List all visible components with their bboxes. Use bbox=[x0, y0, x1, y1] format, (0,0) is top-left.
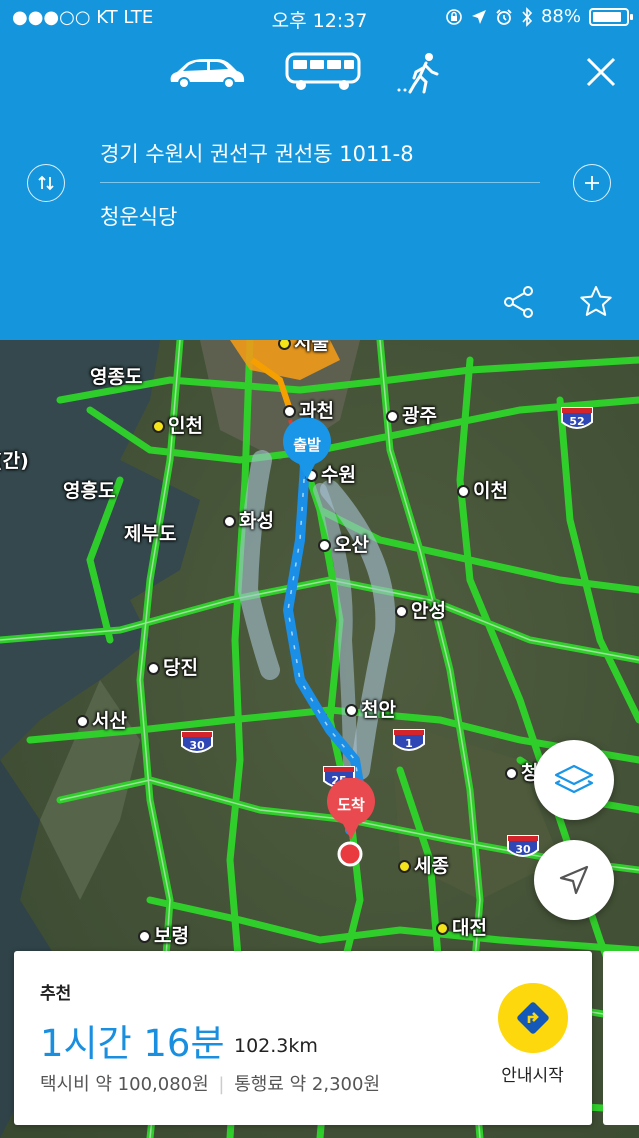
place-label: 보령 bbox=[138, 921, 189, 948]
highway-shield: 30 bbox=[507, 835, 539, 857]
layers-icon bbox=[554, 764, 594, 794]
duration-label: 1시간 16분 bbox=[40, 1022, 225, 1065]
car-icon[interactable] bbox=[165, 54, 247, 92]
field-divider bbox=[100, 182, 540, 183]
map-layers-button[interactable] bbox=[534, 740, 614, 820]
walk-icon[interactable] bbox=[396, 52, 442, 94]
place-label: 서산 bbox=[76, 706, 127, 733]
place-label: (간) bbox=[0, 450, 29, 472]
location-arrow-icon bbox=[559, 865, 589, 895]
bus-icon[interactable] bbox=[284, 50, 364, 92]
add-waypoint-button[interactable] bbox=[573, 164, 611, 202]
place-label: 서울 bbox=[278, 340, 329, 355]
place-label: 세종 bbox=[398, 851, 449, 878]
origin-field[interactable]: 경기 수원시 권선구 권선동 1011-8 bbox=[100, 138, 540, 168]
share-icon[interactable] bbox=[502, 285, 536, 319]
swap-icon bbox=[38, 175, 54, 191]
destination-field[interactable]: 청운식당 bbox=[100, 201, 540, 231]
svg-text:도착: 도착 bbox=[337, 796, 365, 814]
alternate-route-card[interactable] bbox=[603, 951, 639, 1125]
place-label: 대전 bbox=[436, 913, 487, 940]
rotation-lock-icon bbox=[446, 8, 462, 25]
svg-text:52: 52 bbox=[569, 415, 584, 428]
location-arrow-icon bbox=[471, 9, 486, 24]
city-marker bbox=[152, 420, 165, 433]
start-pin[interactable]: 출발 bbox=[279, 418, 335, 482]
favorite-star-icon[interactable] bbox=[578, 284, 614, 320]
place-label: 인천 bbox=[152, 411, 203, 438]
fare-separator: | bbox=[218, 1074, 225, 1095]
city-marker bbox=[147, 662, 160, 675]
turn-right-icon bbox=[517, 1002, 549, 1034]
taxi-fare: 택시비 약 100,080원 bbox=[40, 1074, 209, 1095]
alarm-icon bbox=[496, 8, 512, 25]
place-label: 오산 bbox=[318, 530, 369, 557]
route-header: ●●●○○ KT LTE 오후 12:37 88% 경기 수원시 권선구 권선동… bbox=[0, 0, 639, 340]
my-location-button[interactable] bbox=[534, 840, 614, 920]
place-label: 천안 bbox=[345, 695, 396, 722]
city-marker bbox=[505, 767, 518, 780]
fare-info: 택시비 약 100,080원 | 통행료 약 2,300원 bbox=[40, 1070, 380, 1096]
svg-text:1: 1 bbox=[405, 737, 413, 750]
start-navigation-label[interactable]: 안내시작 bbox=[485, 1061, 580, 1086]
city-marker bbox=[457, 485, 470, 498]
start-navigation-button[interactable] bbox=[498, 983, 568, 1053]
highway-shield: 52 bbox=[561, 407, 593, 429]
svg-text:출발: 출발 bbox=[293, 436, 321, 454]
recommended-tag: 추천 bbox=[40, 984, 72, 1004]
place-label: 영종도 bbox=[90, 366, 143, 388]
place-label: 영흥도 bbox=[63, 480, 116, 502]
city-marker bbox=[76, 715, 89, 728]
city-marker bbox=[398, 860, 411, 873]
distance-label: 102.3km bbox=[234, 1035, 318, 1057]
highway-shield: 1 bbox=[393, 729, 425, 751]
end-pin[interactable]: 도착 bbox=[323, 778, 379, 870]
svg-text:30: 30 bbox=[189, 739, 205, 752]
city-marker bbox=[318, 539, 331, 552]
place-label: 화성 bbox=[223, 506, 274, 533]
city-marker bbox=[283, 405, 296, 418]
city-marker bbox=[138, 930, 151, 943]
place-label: 당진 bbox=[147, 653, 198, 680]
transport-mode-tabs bbox=[0, 50, 639, 94]
route-summary-card[interactable]: 추천 1시간 16분 102.3km 택시비 약 100,080원 | 통행료 … bbox=[14, 951, 592, 1125]
battery-percent: 88% bbox=[540, 6, 581, 27]
toll-fare: 통행료 약 2,300원 bbox=[234, 1074, 381, 1095]
svg-text:30: 30 bbox=[515, 843, 531, 856]
city-marker bbox=[278, 340, 291, 350]
city-marker bbox=[386, 410, 399, 423]
close-icon[interactable] bbox=[585, 56, 617, 88]
city-marker bbox=[345, 704, 358, 717]
swap-route-button[interactable] bbox=[27, 164, 65, 202]
city-marker bbox=[395, 605, 408, 618]
highway-shield: 30 bbox=[181, 731, 213, 753]
city-marker bbox=[223, 515, 236, 528]
bluetooth-icon bbox=[522, 6, 533, 27]
place-label: 안성 bbox=[395, 596, 446, 623]
status-right: 88% bbox=[445, 6, 633, 27]
plus-icon bbox=[585, 176, 599, 190]
place-label: 이천 bbox=[457, 476, 508, 503]
place-label: 광주 bbox=[386, 401, 437, 428]
battery-icon bbox=[589, 7, 633, 26]
place-label: 제부도 bbox=[124, 523, 177, 545]
status-bar: ●●●○○ KT LTE 오후 12:37 88% bbox=[0, 0, 639, 36]
city-marker bbox=[436, 922, 449, 935]
